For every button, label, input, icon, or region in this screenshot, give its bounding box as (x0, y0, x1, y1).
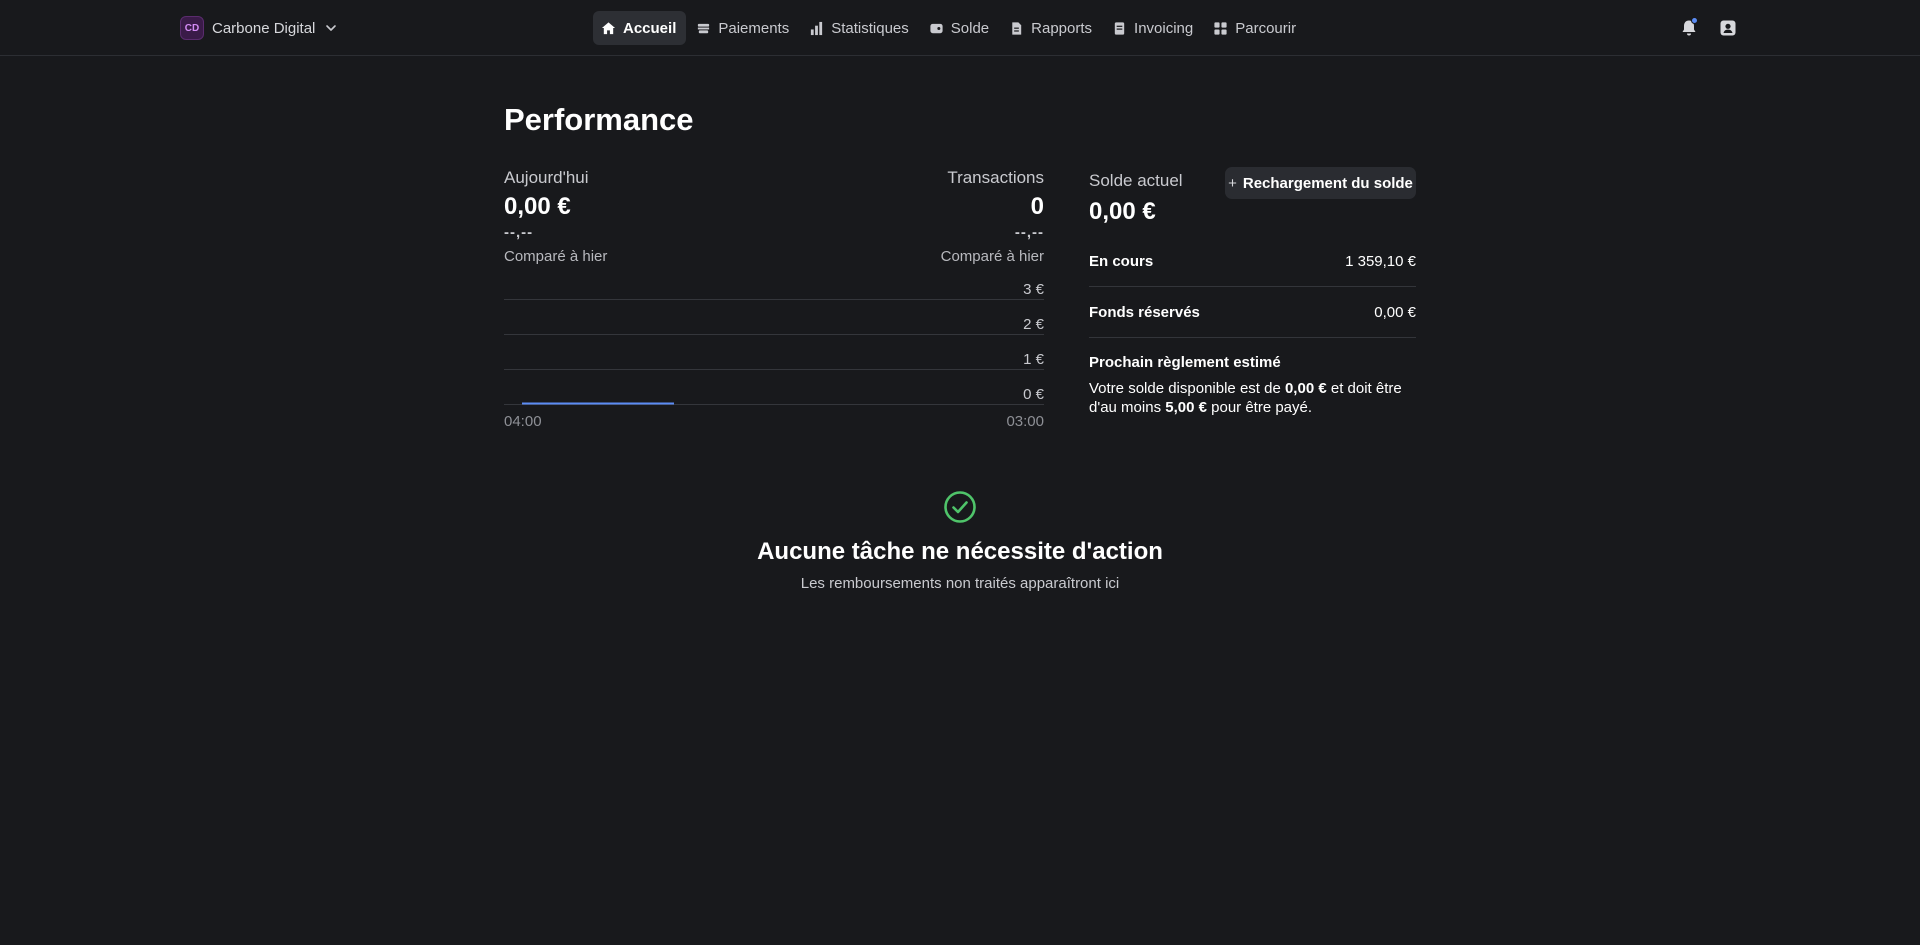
wallet-icon (929, 21, 944, 36)
settlement-text: Votre solde disponible est de (1089, 380, 1285, 397)
balance-row-label: En cours (1089, 253, 1154, 270)
transactions-value: 0 (1030, 193, 1044, 220)
balance-row-pending: En cours 1 359,10 € (1089, 236, 1416, 287)
settlement-available-amount: 0,00 € (1284, 380, 1327, 397)
settlement-title: Prochain règlement estimé (1089, 354, 1281, 371)
bar-chart-icon (809, 21, 824, 36)
balance-row-value: 0,00 € (1374, 304, 1416, 321)
org-avatar: CD (180, 16, 204, 40)
main-nav: Accueil Paiements Statistiques Solde Rap… (593, 11, 1308, 45)
top-navigation-bar: CD Carbone Digital Accueil Paiements Sta… (0, 0, 1920, 56)
nav-item-label: Parcourir (1235, 19, 1297, 37)
org-switcher[interactable]: CD Carbone Digital (180, 15, 338, 41)
settlement-minimum-amount: 5,00 € (1165, 399, 1207, 416)
check-circle-icon (944, 491, 976, 523)
today-value: 0,00 € (504, 193, 571, 220)
empty-state-title: Aucune tâche ne nécessite d'action (757, 538, 1163, 565)
chart-y-tick-label: 2 € (1023, 316, 1044, 333)
chart-x-tick-label: 04:00 (504, 413, 542, 430)
topup-balance-label: Rechargement du solde (1242, 174, 1413, 192)
nav-item-label: Invoicing (1134, 19, 1194, 37)
balance-row-label: Fonds réservés (1089, 304, 1200, 321)
page-title: Performance (504, 102, 694, 137)
nav-item-label: Solde (950, 19, 990, 37)
revenue-chart-svg: 3 € 2 € 1 € 0 € 04:00 03:00 (504, 281, 1044, 430)
transactions-label: Transactions (947, 168, 1044, 187)
balance-row-reserved: Fonds réservés 0,00 € (1089, 287, 1416, 338)
nav-item-solde[interactable]: Solde (921, 11, 999, 45)
payments-icon (696, 21, 711, 36)
account-icon (1720, 20, 1736, 36)
chart-x-tick-label: 03:00 (1006, 413, 1044, 430)
grid-icon (1213, 21, 1228, 36)
chevron-down-icon (326, 25, 337, 31)
chart-y-tick-label: 3 € (1023, 281, 1044, 298)
nav-item-invoicing[interactable]: Invoicing (1104, 11, 1203, 45)
invoice-icon (1112, 21, 1127, 36)
account-button[interactable] (1718, 18, 1738, 38)
plus-icon: + (1228, 174, 1237, 192)
report-icon (1009, 21, 1024, 36)
settlement-description: Votre solde disponible est de 0,00 € et … (1089, 379, 1419, 417)
today-label: Aujourd'hui (504, 168, 589, 187)
balance-label: Solde actuel (1089, 171, 1183, 190)
revenue-chart[interactable]: 3 € 2 € 1 € 0 € 04:00 03:00 (504, 280, 1044, 432)
balance-row-value: 1 359,10 € (1345, 253, 1416, 270)
divider (1089, 337, 1416, 338)
topup-balance-button[interactable]: + Rechargement du solde (1225, 167, 1416, 199)
chart-y-tick-label: 0 € (1023, 386, 1044, 403)
settlement-text: pour être payé. (1206, 399, 1313, 416)
nav-item-label: Paiements (718, 19, 790, 37)
transactions-compare: Comparé à hier (940, 248, 1044, 265)
home-icon (601, 21, 616, 36)
balance-value: 0,00 € (1089, 198, 1156, 225)
notification-badge (1691, 17, 1698, 24)
transactions-delta: --,-- (1014, 224, 1044, 241)
nav-item-parcourir[interactable]: Parcourir (1205, 11, 1306, 45)
chart-y-tick-label: 1 € (1023, 351, 1044, 368)
nav-item-statistiques[interactable]: Statistiques (801, 11, 919, 45)
nav-item-paiements[interactable]: Paiements (688, 11, 799, 45)
today-compare: Comparé à hier (504, 248, 608, 265)
nav-item-label: Accueil (623, 19, 677, 37)
org-name: Carbone Digital (212, 19, 316, 37)
today-delta: --,-- (504, 224, 534, 241)
nav-item-rapports[interactable]: Rapports (1001, 11, 1102, 45)
nav-item-label: Rapports (1031, 19, 1093, 37)
nav-item-label: Statistiques (831, 19, 909, 37)
nav-item-accueil[interactable]: Accueil (593, 11, 687, 45)
notifications-button[interactable] (1679, 17, 1699, 38)
empty-state-subtitle: Les remboursements non traités apparaîtr… (800, 575, 1120, 592)
